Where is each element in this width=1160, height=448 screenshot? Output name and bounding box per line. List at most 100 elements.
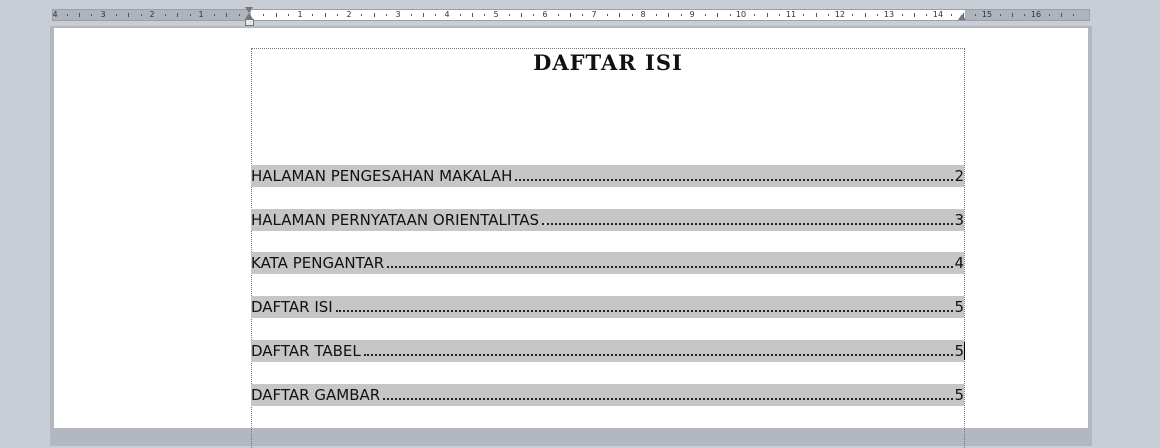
ruler-half-tick <box>79 13 80 17</box>
ruler-number: 13 <box>883 10 895 19</box>
ruler-number: 8 <box>640 10 646 19</box>
toc-entry-label: DAFTAR TABEL <box>251 342 361 360</box>
ruler-quarter-tick <box>214 14 215 16</box>
ruler-quarter-tick <box>975 14 976 16</box>
toc-page-number: 5 <box>954 386 964 404</box>
ruler-number: 11 <box>785 10 797 19</box>
toc-entry-label: DAFTAR ISI <box>251 298 333 316</box>
toc-page-number: 2 <box>954 167 964 185</box>
left-indent-marker[interactable] <box>245 19 254 26</box>
toc-entry[interactable]: DAFTAR TABEL 5 <box>251 340 964 362</box>
ruler-half-tick <box>668 13 669 17</box>
ruler-half-tick <box>914 13 915 17</box>
text-cursor <box>964 342 965 360</box>
toc-entry[interactable]: HALAMAN PENGESAHAN MAKALAH 2 <box>251 165 964 187</box>
ruler-half-tick <box>619 13 620 17</box>
ruler-quarter-tick <box>190 14 191 16</box>
ruler-half-tick <box>423 13 424 17</box>
ruler-number: 6 <box>542 10 548 19</box>
ruler-quarter-tick <box>951 14 952 16</box>
ruler-number: 9 <box>689 10 695 19</box>
ruler-quarter-tick <box>558 14 559 16</box>
ruler-quarter-tick <box>656 14 657 16</box>
ruler-quarter-tick <box>165 14 166 16</box>
ruler-half-tick <box>816 13 817 17</box>
ruler-half-tick <box>276 13 277 17</box>
ruler-number: 5 <box>493 10 499 19</box>
ruler-quarter-tick <box>263 14 264 16</box>
ruler-half-tick <box>717 13 718 17</box>
ruler-half-tick <box>1061 13 1062 17</box>
ruler-half-tick <box>226 13 227 17</box>
ruler-quarter-tick <box>902 14 903 16</box>
ruler-number: 14 <box>932 10 944 19</box>
ruler-half-tick <box>128 13 129 17</box>
ruler-quarter-tick <box>877 14 878 16</box>
ruler-half-tick <box>521 13 522 17</box>
ruler-number: 2 <box>346 10 352 19</box>
ruler-quarter-tick <box>1024 14 1025 16</box>
toc-entry[interactable]: DAFTAR GAMBAR 5 <box>251 384 964 406</box>
toc-page-number: 4 <box>954 254 964 272</box>
horizontal-ruler[interactable]: 4 3 2 1 1 2 3 4 5 6 7 8 9 10 11 12 13 14… <box>52 9 1090 21</box>
ruler-half-tick <box>374 13 375 17</box>
ruler-half-tick <box>767 13 768 17</box>
ruler-quarter-tick <box>779 14 780 16</box>
ruler-quarter-tick <box>1049 14 1050 16</box>
ruler-quarter-tick <box>828 14 829 16</box>
ruler-quarter-tick <box>852 14 853 16</box>
ruler-quarter-tick <box>141 14 142 16</box>
ruler-half-tick <box>325 13 326 17</box>
ruler-quarter-tick <box>730 14 731 16</box>
ruler-quarter-tick <box>926 14 927 16</box>
toc-entry[interactable]: DAFTAR ISI 5 <box>251 296 964 318</box>
ruler-number: 16 <box>1030 10 1042 19</box>
ruler-number: 4 <box>444 10 450 19</box>
toc-page-number: 5 <box>954 298 964 316</box>
ruler-half-tick <box>1012 13 1013 17</box>
ruler-quarter-tick <box>533 14 534 16</box>
toc-page-number: 3 <box>954 211 964 229</box>
toc-entry-label: HALAMAN PENGESAHAN MAKALAH <box>251 167 513 185</box>
horizontal-ruler-bar: 4 3 2 1 1 2 3 4 5 6 7 8 9 10 11 12 13 14… <box>0 0 1160 28</box>
toc-entry-label: DAFTAR GAMBAR <box>251 386 381 404</box>
ruler-quarter-tick <box>288 14 289 16</box>
ruler-half-tick <box>865 13 866 17</box>
ruler-quarter-tick <box>386 14 387 16</box>
ruler-number: 7 <box>591 10 597 19</box>
toc-entry[interactable]: KATA PENGANTAR 4 <box>251 252 964 274</box>
ruler-quarter-tick <box>803 14 804 16</box>
ruler-quarter-tick <box>116 14 117 16</box>
toc-entry-label: HALAMAN PERNYATAAN ORIENTALITAS <box>251 211 540 229</box>
toc-dot-leader <box>542 213 954 227</box>
ruler-quarter-tick <box>239 14 240 16</box>
ruler-quarter-tick <box>460 14 461 16</box>
ruler-quarter-tick <box>632 14 633 16</box>
right-indent-marker[interactable] <box>958 14 966 20</box>
ruler-quarter-tick <box>361 14 362 16</box>
ruler-quarter-tick <box>67 14 68 16</box>
ruler-half-tick <box>570 13 571 17</box>
ruler-quarter-tick <box>337 14 338 16</box>
ruler-number: 1 <box>198 10 204 19</box>
toc-entry-label: KATA PENGANTAR <box>251 254 385 272</box>
ruler-number: 2 <box>149 10 155 19</box>
ruler-quarter-tick <box>754 14 755 16</box>
toc-dot-leader <box>383 388 954 402</box>
toc-entry[interactable]: HALAMAN PERNYATAAN ORIENTALITAS 3 <box>251 209 964 231</box>
ruler-number: 1 <box>297 10 303 19</box>
ruler-quarter-tick <box>91 14 92 16</box>
ruler-quarter-tick <box>1000 14 1001 16</box>
document-page[interactable]: DAFTAR ISI HALAMAN PENGESAHAN MAKALAH 2 … <box>54 28 1088 448</box>
ruler-quarter-tick <box>411 14 412 16</box>
document-title[interactable]: DAFTAR ISI <box>251 50 965 75</box>
ruler-number: 10 <box>735 10 747 19</box>
ruler-quarter-tick <box>484 14 485 16</box>
ruler-quarter-tick <box>705 14 706 16</box>
ruler-half-tick <box>177 13 178 17</box>
ruler-number: 12 <box>834 10 846 19</box>
ruler-quarter-tick <box>607 14 608 16</box>
toc-dot-leader <box>363 344 954 358</box>
ruler-number: 4 <box>52 10 58 19</box>
ruler-number: 15 <box>981 10 993 19</box>
